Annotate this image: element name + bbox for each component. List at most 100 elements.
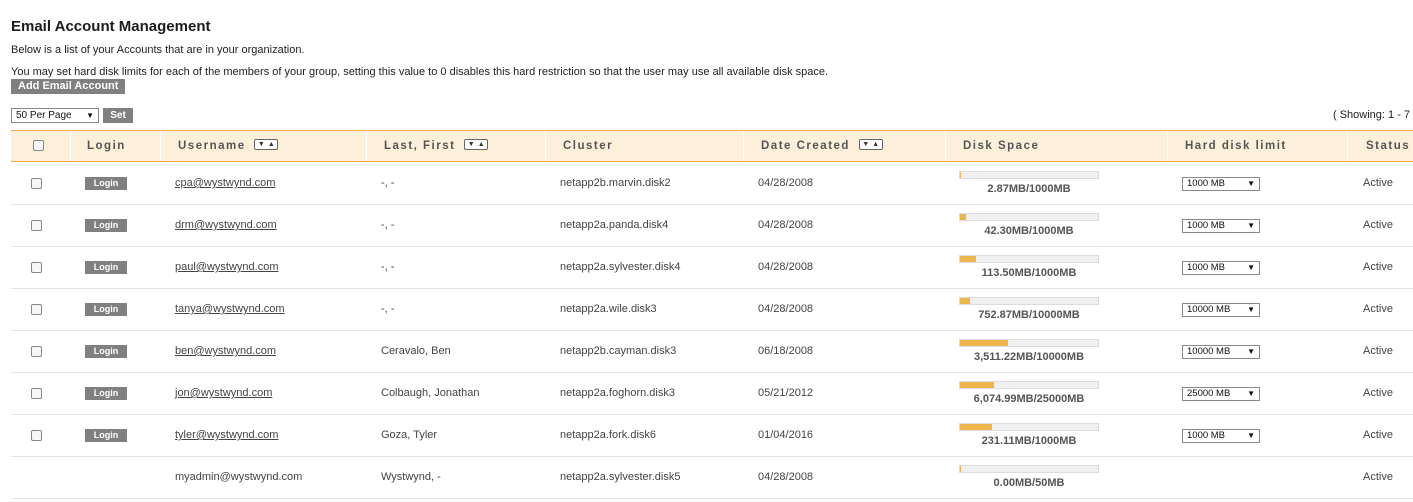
date-created: 06/18/2008: [758, 345, 814, 357]
username-link[interactable]: ben@wystwynd.com: [175, 345, 276, 357]
row-checkbox[interactable]: [31, 388, 42, 399]
username-link: myadmin@wystwynd.com: [175, 471, 303, 483]
disk-usage-fill: [960, 382, 994, 388]
showing-count: ( Showing: 1 - 7 (8 Total) ): [1333, 109, 1413, 121]
disk-usage-bar: [959, 297, 1099, 305]
hard-disk-limit-select[interactable]: 10000 MB ▼: [1182, 303, 1260, 317]
date-created: 04/28/2008: [758, 303, 814, 315]
cluster: netapp2b.marvin.disk2: [560, 177, 671, 189]
status-text: Active: [1363, 303, 1393, 315]
cluster: netapp2a.sylvester.disk4: [560, 261, 681, 273]
select-all-checkbox[interactable]: [33, 140, 44, 151]
per-page-value: 50 Per Page: [16, 110, 72, 121]
username-link[interactable]: paul@wystwynd.com: [175, 261, 278, 273]
disk-usage-fill: [960, 466, 961, 472]
hard-disk-limit-select[interactable]: 10000 MB ▼: [1182, 345, 1260, 359]
disk-usage-text: 231.11MB/1000MB: [981, 435, 1077, 447]
sort-icon[interactable]: ▼ ▲: [464, 139, 489, 151]
disk-usage-fill: [960, 172, 961, 178]
date-created: 01/04/2016: [758, 429, 814, 441]
hard-disk-limit-select[interactable]: 25000 MB ▼: [1182, 387, 1260, 401]
status-text: Active: [1363, 219, 1393, 231]
sort-icon[interactable]: ▼ ▲: [254, 139, 279, 151]
hard-disk-limit-select[interactable]: 1000 MB ▼: [1182, 219, 1260, 233]
username-link[interactable]: drm@wystwynd.com: [175, 219, 277, 231]
full-name: Colbaugh, Jonathan: [381, 387, 480, 399]
cluster: netapp2a.fork.disk6: [560, 429, 657, 441]
column-divider: [743, 131, 744, 161]
hard-disk-limit-value: 1000 MB: [1187, 178, 1226, 189]
hard-disk-limit-value: 10000 MB: [1187, 304, 1231, 315]
disk-usage-text: 6,074.99MB/25000MB: [973, 393, 1085, 405]
row-checkbox[interactable]: [31, 304, 42, 315]
date-created: 04/28/2008: [758, 177, 814, 189]
disk-usage-bar: [959, 171, 1099, 179]
column-name[interactable]: Last, First ▼ ▲: [384, 131, 489, 161]
disk-usage-fill: [960, 298, 971, 304]
column-login: Login: [87, 140, 126, 152]
column-username[interactable]: Username ▼ ▲: [178, 131, 279, 161]
login-button[interactable]: Login: [85, 219, 127, 232]
full-name: -, -: [381, 303, 395, 315]
column-divider: [545, 131, 546, 161]
row-checkbox[interactable]: [31, 430, 42, 441]
disk-usage-bar: [959, 423, 1099, 431]
table-row: myadmin@wystwynd.com Wystwynd, - netapp2a.…: [11, 457, 1413, 499]
date-created: 04/28/2008: [758, 471, 814, 483]
hard-disk-limit-value: 25000 MB: [1187, 388, 1231, 399]
username-link[interactable]: cpa@wystwynd.com: [175, 177, 275, 189]
table-row: Login tanya@wystwynd.com -, - netapp2a.wile…: [11, 289, 1413, 331]
login-button[interactable]: Login: [85, 261, 127, 274]
row-checkbox[interactable]: [31, 262, 42, 273]
chevron-down-icon: ▼: [86, 111, 94, 120]
column-divider: [160, 131, 161, 161]
row-checkbox[interactable]: [31, 178, 42, 189]
status-text: Active: [1363, 429, 1393, 441]
cluster: netapp2a.sylvester.disk5: [560, 471, 681, 483]
full-name: Goza, Tyler: [381, 429, 438, 441]
login-button[interactable]: Login: [85, 387, 127, 400]
chevron-down-icon: ▼: [1247, 431, 1255, 440]
row-checkbox[interactable]: [31, 220, 42, 231]
username-link[interactable]: tanya@wystwynd.com: [175, 303, 285, 315]
status-text: Active: [1363, 345, 1393, 357]
login-button[interactable]: Login: [85, 177, 127, 190]
hard-disk-limit-value: 1000 MB: [1187, 220, 1226, 231]
disk-usage-bar: [959, 213, 1099, 221]
column-cluster: Cluster: [563, 140, 614, 152]
chevron-down-icon: ▼: [1247, 347, 1255, 356]
disk-usage-bar: [959, 465, 1099, 473]
username-link[interactable]: jon@wystwynd.com: [175, 387, 272, 399]
login-button[interactable]: Login: [85, 345, 127, 358]
disk-usage-bar: [959, 381, 1099, 389]
per-page-select[interactable]: 50 Per Page ▼: [11, 108, 99, 123]
sort-icon[interactable]: ▼ ▲: [858, 139, 883, 151]
column-divider: [945, 131, 946, 161]
disk-usage-text: 2.87MB/1000MB: [987, 183, 1071, 195]
login-button[interactable]: Login: [85, 429, 127, 442]
status-text: Active: [1363, 177, 1393, 189]
add-email-account-button[interactable]: Add Email Account: [11, 79, 126, 94]
row-checkbox[interactable]: [31, 346, 42, 357]
table-header: Login Username ▼ ▲ Last, First ▼ ▲ Cluster…: [11, 130, 1413, 162]
chevron-down-icon: ▼: [1247, 263, 1255, 272]
hard-disk-limit-select[interactable]: 1000 MB ▼: [1182, 261, 1260, 275]
hard-disk-limit-select[interactable]: 1000 MB ▼: [1182, 429, 1260, 443]
column-hard-disk-limit: Hard disk limit: [1185, 140, 1287, 152]
full-name: -, -: [381, 261, 395, 273]
hard-disk-limit-select[interactable]: 1000 MB ▼: [1182, 177, 1260, 191]
full-name: -, -: [381, 177, 395, 189]
login-button[interactable]: Login: [85, 303, 127, 316]
disk-usage-fill: [960, 340, 1009, 346]
table-row: Login cpa@wystwynd.com -, - netapp2b.marvin…: [11, 163, 1413, 205]
set-button[interactable]: Set: [103, 108, 133, 123]
column-date-created[interactable]: Date Created ▼ ▲: [761, 131, 883, 161]
username-link[interactable]: tyler@wystwynd.com: [175, 429, 278, 441]
disk-usage-bar: [959, 255, 1099, 263]
hard-disk-limit-value: 10000 MB: [1187, 346, 1231, 357]
status-text: Active: [1363, 387, 1393, 399]
column-username-label: Username: [178, 140, 246, 152]
chevron-down-icon: ▼: [1247, 389, 1255, 398]
column-divider: [1167, 131, 1168, 161]
date-created: 05/21/2012: [758, 387, 814, 399]
